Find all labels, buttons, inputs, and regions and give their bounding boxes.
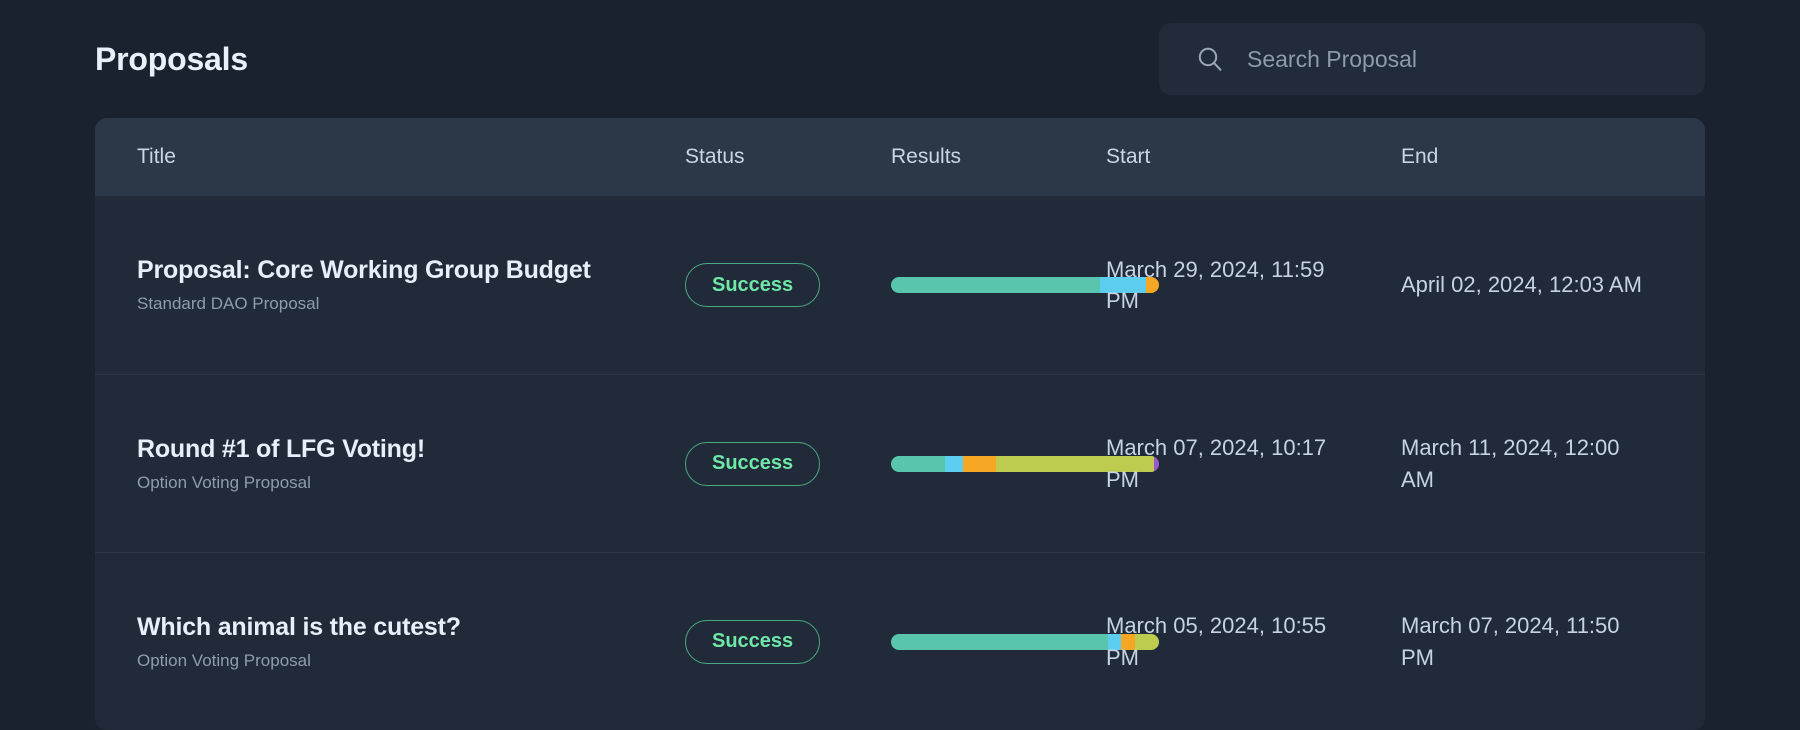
end-date: April 02, 2024, 12:03 AM	[1401, 272, 1642, 298]
proposal-title[interactable]: Which animal is the cutest?	[137, 612, 685, 642]
search-icon	[1195, 44, 1225, 74]
start-date: March 05, 2024, 10:55 PM	[1106, 613, 1327, 670]
proposal-end-cell: April 02, 2024, 12:03 AM	[1401, 269, 1663, 300]
proposal-status-cell: Success	[685, 263, 891, 307]
proposal-subtitle: Option Voting Proposal	[137, 472, 311, 492]
results-bar-segment	[944, 455, 964, 472]
end-date: March 11, 2024, 12:00 AM	[1401, 435, 1620, 492]
proposal-title[interactable]: Proposal: Core Working Group Budget	[137, 255, 685, 285]
page-title: Proposals	[95, 40, 248, 77]
proposal-status-cell: Success	[685, 619, 891, 664]
status-badge: Success	[685, 263, 821, 307]
search-box[interactable]	[1159, 23, 1705, 95]
proposal-results-cell	[891, 633, 1159, 650]
proposal-status-cell: Success	[685, 441, 891, 486]
proposal-title[interactable]: Round #1 of LFG Voting!	[137, 434, 685, 464]
column-header-title: Title	[137, 145, 176, 168]
start-date: March 29, 2024, 11:59 PM	[1106, 256, 1325, 313]
column-header-results: Results	[891, 145, 962, 168]
table-row[interactable]: Which animal is the cutest? Option Voting…	[95, 552, 1705, 730]
proposals-page: Proposals Title Status Results Start End…	[0, 0, 1800, 730]
proposal-end-cell: March 11, 2024, 12:00 AM	[1401, 432, 1663, 494]
proposal-title-cell: Round #1 of LFG Voting! Option Voting Pro…	[95, 434, 685, 493]
status-badge: Success	[685, 441, 821, 486]
results-bar-segment	[891, 633, 1109, 650]
table-body: Proposal: Core Working Group Budget Stand…	[95, 196, 1705, 730]
table-header-row: Title Status Results Start End	[95, 118, 1705, 196]
search-input[interactable]	[1247, 23, 1705, 95]
proposal-subtitle: Option Voting Proposal	[137, 650, 311, 670]
results-bar-segment	[891, 277, 1101, 293]
proposal-title-cell: Proposal: Core Working Group Budget Stand…	[95, 255, 685, 314]
end-date: March 07, 2024, 11:50 PM	[1401, 613, 1620, 670]
start-date: March 07, 2024, 10:17 PM	[1106, 435, 1327, 492]
proposal-start-cell: March 05, 2024, 10:55 PM	[1106, 610, 1401, 672]
column-header-status: Status	[685, 145, 745, 168]
proposal-end-cell: March 07, 2024, 11:50 PM	[1401, 610, 1663, 672]
table-row[interactable]: Proposal: Core Working Group Budget Stand…	[95, 196, 1705, 374]
proposal-start-cell: March 29, 2024, 11:59 PM	[1106, 254, 1401, 316]
proposal-title-cell: Which animal is the cutest? Option Voting…	[95, 612, 685, 671]
proposal-subtitle: Standard DAO Proposal	[137, 294, 320, 314]
results-bar-segment	[891, 455, 945, 472]
results-bar-segment	[963, 455, 996, 472]
column-header-end: End	[1401, 145, 1439, 168]
status-badge: Success	[685, 619, 821, 664]
proposal-results-cell	[891, 277, 1159, 293]
proposal-results-cell	[891, 455, 1159, 472]
proposals-table: Title Status Results Start End Proposal:…	[95, 118, 1705, 730]
page-header: Proposals	[95, 0, 1705, 118]
column-header-start: Start	[1106, 145, 1151, 168]
table-row[interactable]: Round #1 of LFG Voting! Option Voting Pro…	[95, 374, 1705, 552]
proposal-start-cell: March 07, 2024, 10:17 PM	[1106, 432, 1401, 494]
